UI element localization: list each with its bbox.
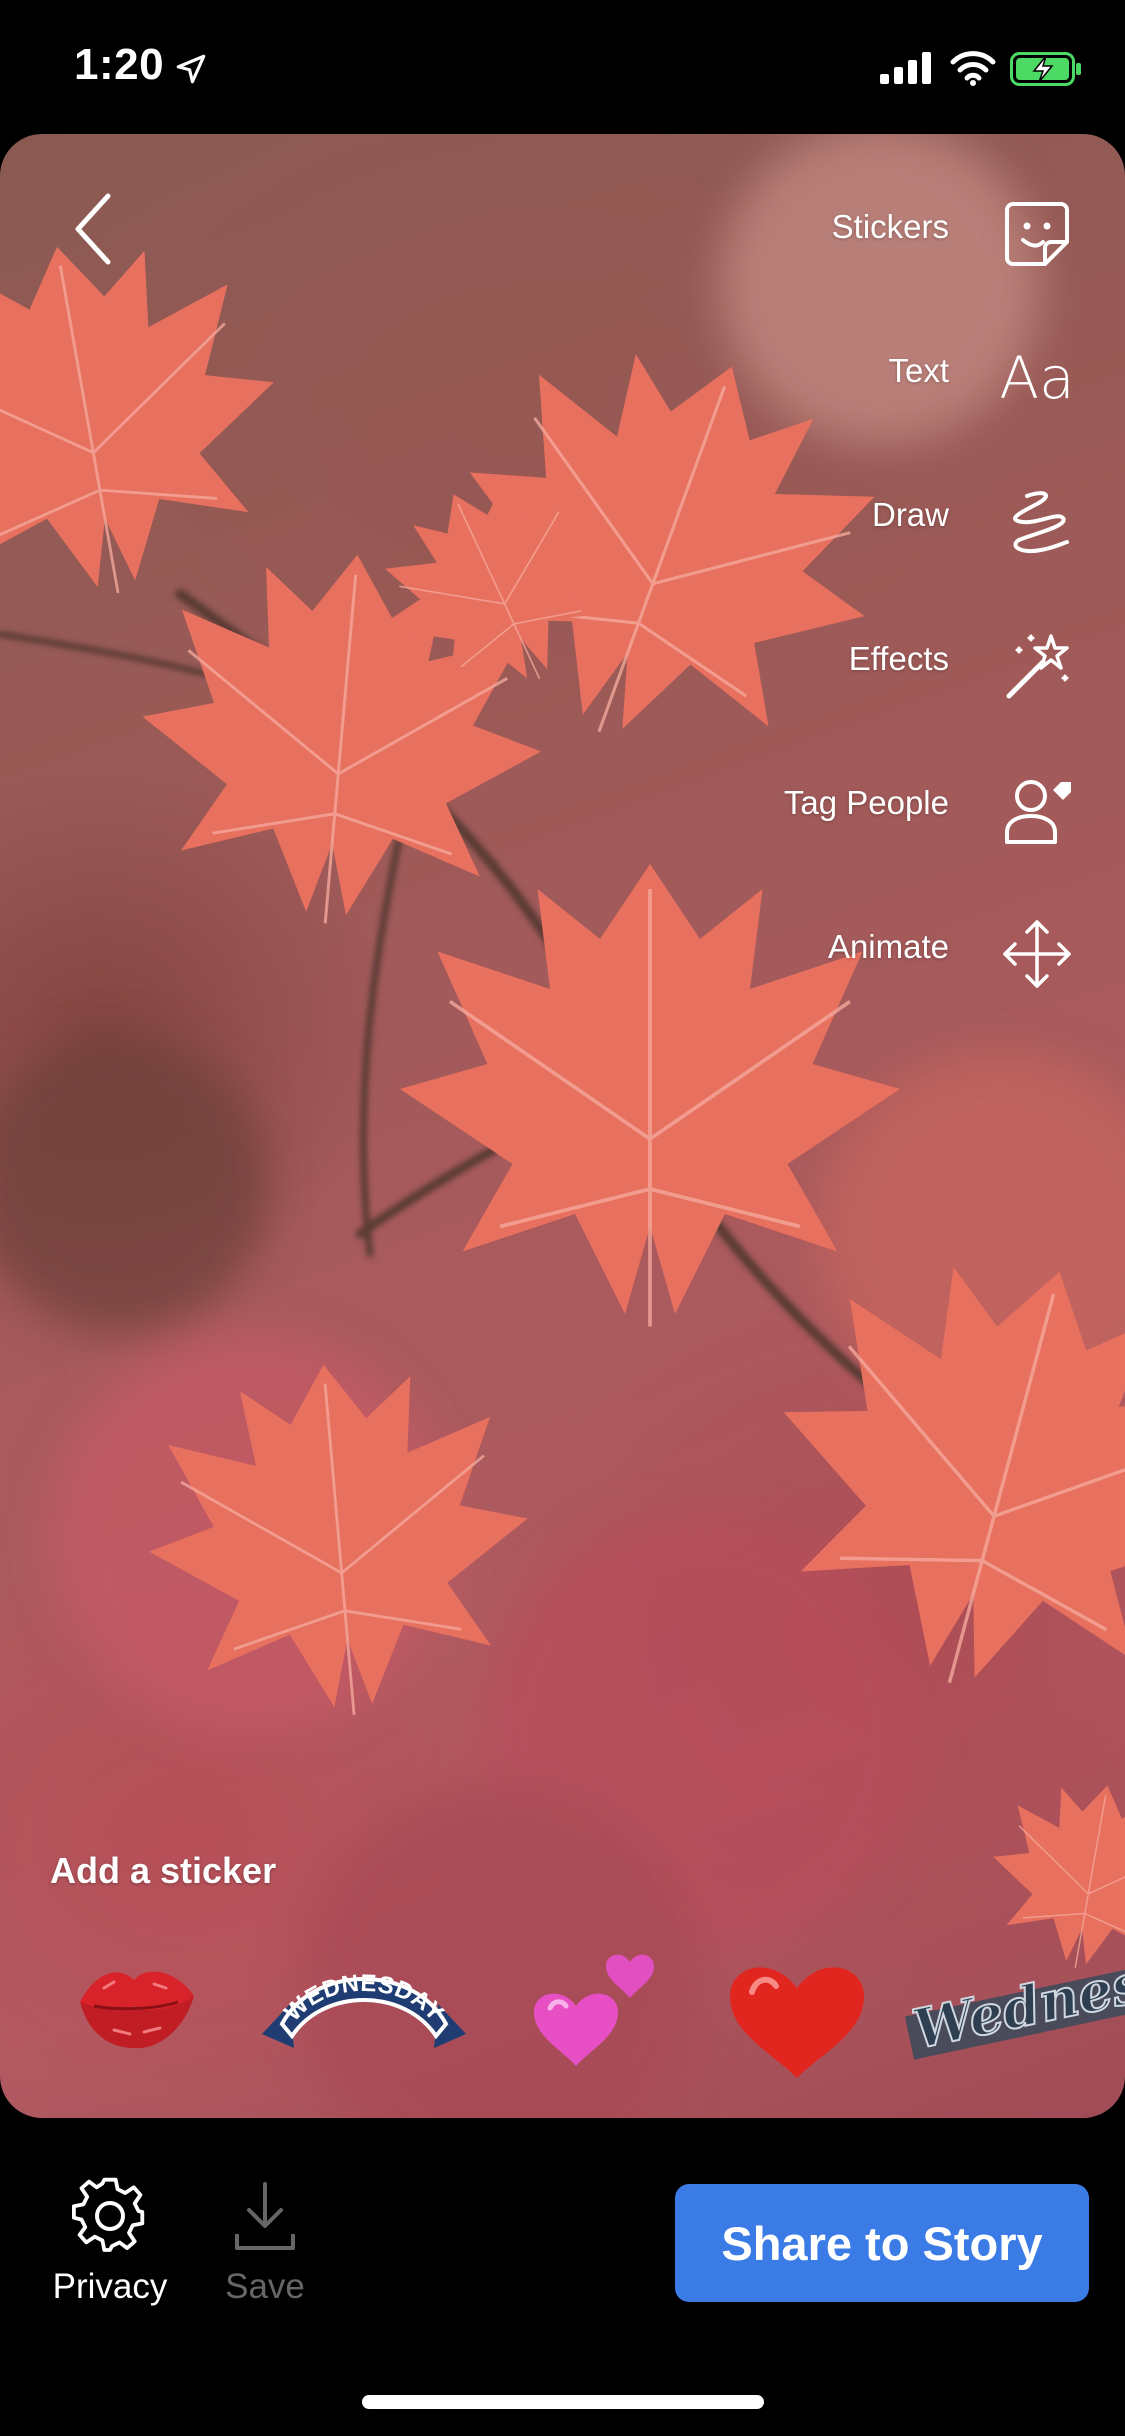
battery-charging-icon (1010, 52, 1081, 86)
tool-draw-label: Draw (871, 496, 949, 533)
privacy-label: Privacy (52, 2267, 168, 2306)
text-aa-icon: Aa (999, 344, 1075, 412)
tool-text[interactable]: Text Aa (525, 330, 1125, 420)
wednesday-script-sticker[interactable]: Wednesday (904, 1940, 1125, 2090)
save-label: Save (225, 2267, 305, 2306)
wednesday-banner-sticker[interactable]: WEDNESDAY (254, 1944, 474, 2064)
status-time: 1:20 (74, 40, 165, 89)
lips-sticker[interactable] (74, 1950, 200, 2060)
tool-effects-label: Effects (848, 640, 949, 677)
two-hearts-sticker[interactable] (526, 1950, 676, 2070)
tool-animate-label: Animate (827, 928, 949, 965)
privacy-button[interactable]: Privacy (30, 2176, 190, 2307)
tool-tag-people-label: Tag People (783, 784, 949, 821)
tag-person-icon (1005, 780, 1071, 844)
tool-tag-people[interactable]: Tag People (525, 762, 1125, 852)
gear-icon (72, 2177, 145, 2252)
tool-text-label: Text (888, 352, 949, 389)
wifi-icon (950, 51, 996, 86)
share-to-story-button[interactable]: Share to Story (675, 2184, 1089, 2302)
home-indicator[interactable] (362, 2395, 764, 2409)
move-arrows-icon (1003, 920, 1071, 988)
story-photo-canvas[interactable]: Stickers Text Aa Draw Effects Tag People (0, 134, 1125, 2118)
tool-stickers[interactable]: Stickers (525, 186, 1125, 276)
svg-text:Wednesday: Wednesday (907, 1940, 1125, 2061)
back-chevron-icon[interactable] (60, 184, 130, 274)
cellular-signal-icon (880, 52, 931, 84)
location-arrow-icon (176, 54, 206, 84)
red-heart-sticker[interactable] (726, 1954, 868, 2084)
sticker-icon (1005, 202, 1069, 266)
status-bar: 1:20 (0, 0, 1125, 134)
scribble-icon (1013, 491, 1069, 553)
tool-effects[interactable]: Effects (525, 618, 1125, 708)
tool-animate[interactable]: Animate (525, 906, 1125, 996)
magic-wand-icon (1006, 634, 1069, 699)
add-sticker-heading: Add a sticker (50, 1850, 277, 1891)
tool-draw[interactable]: Draw (525, 474, 1125, 564)
download-icon (235, 2182, 295, 2250)
save-button[interactable]: Save (195, 2176, 335, 2307)
autumn-leaves-photo (0, 134, 1125, 2118)
tool-stickers-label: Stickers (831, 208, 949, 245)
